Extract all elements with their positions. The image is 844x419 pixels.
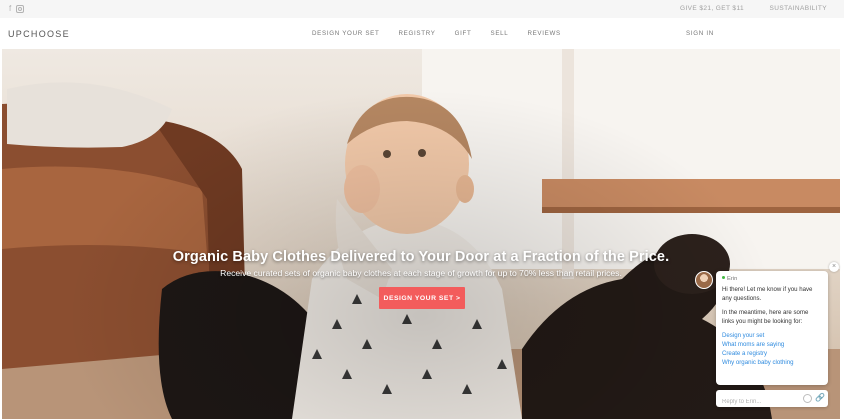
hero-shade (2, 49, 840, 419)
attachment-icon[interactable]: 🔗 (815, 393, 825, 403)
sign-in-link[interactable]: SIGN IN (686, 30, 714, 37)
chat-link-design-your-set[interactable]: Design your set (722, 331, 822, 340)
sustainability-link[interactable]: SUSTAINABILITY (770, 5, 828, 12)
chat-agent-avatar[interactable] (695, 271, 713, 289)
hero-subheadline: Receive curated sets of organic baby clo… (220, 268, 622, 278)
chat-greeting: Hi there! Let me know if you have any qu… (722, 286, 813, 302)
chat-agent-name: Erin (722, 276, 822, 282)
chat-close-icon[interactable]: × (829, 262, 839, 272)
nav-reviews[interactable]: REVIEWS (527, 30, 560, 37)
nav-registry[interactable]: REGISTRY (398, 30, 435, 37)
design-your-set-button[interactable]: DESIGN YOUR SET > (379, 287, 465, 309)
nav-design-your-set[interactable]: DESIGN YOUR SET (312, 30, 379, 37)
chat-link-why-organic[interactable]: Why organic baby clothing (722, 358, 822, 367)
nav-sell[interactable]: SELL (491, 30, 509, 37)
hero-headline: Organic Baby Clothes Delivered to Your D… (172, 249, 670, 265)
site-logo[interactable]: UPCHOOSE (8, 29, 70, 39)
online-status-icon (722, 276, 725, 279)
chat-intro: In the meantime, here are some links you… (722, 309, 809, 325)
facebook-icon[interactable]: f (9, 3, 11, 14)
instagram-icon[interactable] (16, 5, 25, 13)
chat-link-what-moms-are-saying[interactable]: What moms are saying (722, 340, 822, 349)
emoji-icon[interactable] (803, 394, 812, 403)
chat-reply-box: 🔗 (716, 390, 828, 411)
chat-reply-input[interactable] (722, 393, 798, 411)
main-header: UPCHOOSE DESIGN YOUR SET REGISTRY GIFT S… (0, 18, 844, 49)
social-links: f (9, 3, 25, 14)
nav-gift[interactable]: GIFT (455, 30, 472, 37)
top-bar: f GIVE $21, GET $11 SUSTAINABILITY (0, 0, 844, 18)
referral-promo-link[interactable]: GIVE $21, GET $11 (680, 5, 744, 12)
chat-link-create-a-registry[interactable]: Create a registry (722, 349, 822, 358)
main-nav: DESIGN YOUR SET REGISTRY GIFT SELL REVIE… (312, 30, 580, 37)
chat-widget: Erin Hi there! Let me know if you have a… (716, 271, 828, 385)
hero-banner: Organic Baby Clothes Delivered to Your D… (2, 49, 840, 419)
